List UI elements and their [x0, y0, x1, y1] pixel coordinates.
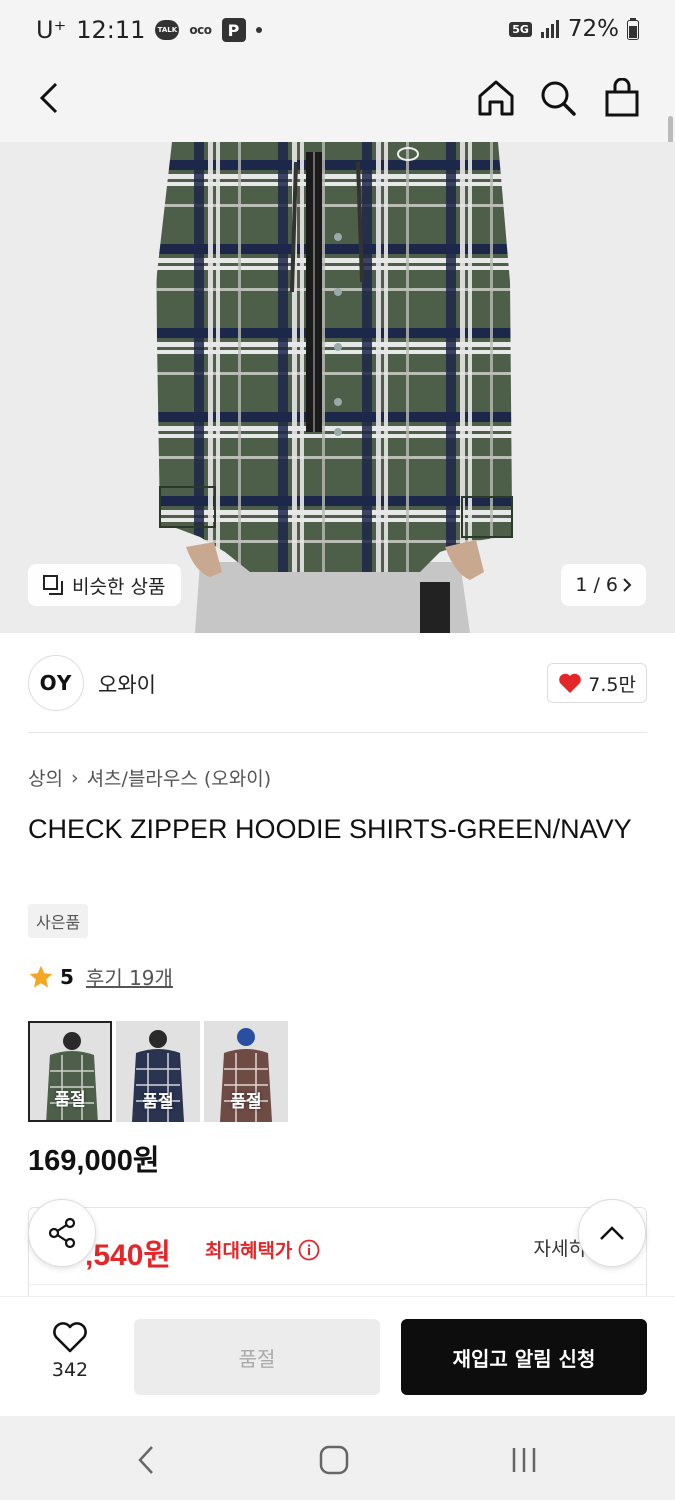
breadcrumb-separator-icon: ›: [70, 766, 79, 789]
similar-items-icon: [43, 575, 63, 595]
status-left: U⁺ 12:11 TALK oco P: [36, 16, 262, 44]
info-icon[interactable]: [298, 1239, 320, 1261]
benefit-label-text: 최대혜택가: [205, 1240, 293, 1262]
similar-products-button[interactable]: 비슷한 상품: [28, 564, 182, 606]
back-chevron-icon: [138, 1446, 153, 1474]
product-price: 169,000원: [28, 1145, 160, 1177]
benefit-label: 최대혜택가: [205, 1236, 320, 1263]
soldout-button[interactable]: 품절: [134, 1319, 380, 1395]
talk-icon: TALK: [155, 20, 180, 40]
status-bar: U⁺ 12:11 TALK oco P 5G 72%: [0, 0, 675, 62]
restock-alert-button[interactable]: 재입고 알림 신청: [401, 1319, 647, 1395]
shopping-bag-icon: [605, 78, 639, 117]
top-app-bar: [0, 62, 675, 142]
search-icon: [541, 81, 576, 116]
brand-logo[interactable]: OY: [28, 655, 84, 711]
brand-row: OY 오와이 7.5만: [28, 655, 647, 711]
rating-score: 5: [60, 964, 74, 989]
variant-thumbnail[interactable]: 품절: [116, 1021, 200, 1122]
heart-outline-icon: [53, 1322, 87, 1353]
nav-recents-button[interactable]: [504, 1440, 544, 1480]
variant-soldout-label: 품절: [54, 1090, 86, 1110]
review-link[interactable]: 후기 19개: [86, 962, 173, 991]
recents-icon: [512, 1448, 536, 1472]
cart-button[interactable]: [598, 74, 646, 122]
breadcrumb: 상의 › 셔츠/블라우스 (오와이): [28, 764, 271, 791]
image-counter[interactable]: 1 / 6: [561, 564, 646, 606]
star-icon: [29, 965, 53, 988]
share-icon: [48, 1217, 76, 1249]
image-counter-text: 1 / 6: [575, 574, 618, 596]
notification-dot-icon: [255, 27, 262, 33]
breadcrumb-category[interactable]: 상의: [28, 764, 63, 791]
wishlist-button[interactable]: 342: [36, 1321, 104, 1381]
wishlist-count: 342: [51, 1359, 89, 1381]
benefit-box[interactable]: ,540원 최대혜택가 자세히: [28, 1207, 647, 1307]
parking-icon: P: [221, 18, 246, 42]
carrier-label: U⁺: [36, 16, 67, 44]
status-right: 5G 72%: [509, 16, 639, 42]
home-button[interactable]: [472, 74, 520, 122]
chevron-right-icon: [623, 578, 632, 592]
back-button[interactable]: [26, 74, 74, 122]
product-photo: [0, 142, 675, 633]
home-icon: [478, 80, 514, 116]
nav-back-button[interactable]: [126, 1440, 166, 1480]
heart-filled-icon: [559, 673, 582, 693]
divider: [28, 732, 647, 733]
oco-icon: oco: [189, 23, 212, 37]
share-button[interactable]: [28, 1199, 96, 1267]
search-button[interactable]: [534, 74, 582, 122]
chevron-left-icon: [39, 82, 58, 114]
scroll-top-button[interactable]: [578, 1199, 646, 1267]
variant-thumbnail[interactable]: 품절: [204, 1021, 288, 1122]
divider: [29, 1284, 646, 1285]
variant-soldout-label: 품절: [230, 1092, 262, 1112]
signal-icon: [540, 20, 559, 38]
chevron-up-icon: [600, 1226, 624, 1240]
bottom-action-bar: 342 품절 재입고 알림 신청: [0, 1296, 675, 1416]
brand-like-button[interactable]: 7.5만: [547, 663, 647, 703]
breadcrumb-subcategory[interactable]: 셔츠/블라우스 (오와이): [87, 764, 272, 791]
clock: 12:11: [76, 16, 146, 44]
variant-thumbnail[interactable]: 품절: [28, 1021, 112, 1122]
similar-products-label: 비슷한 상품: [72, 575, 166, 598]
product-title: CHECK ZIPPER HOODIE SHIRTS-GREEN/NAVY: [28, 814, 632, 844]
rating-row: 5 후기 19개: [28, 962, 173, 991]
gift-badge: 사은품: [28, 904, 89, 938]
variant-soldout-label: 품절: [142, 1092, 174, 1112]
battery-percent: 72%: [567, 16, 619, 42]
color-variants: 품절 품절 품절: [28, 1021, 288, 1122]
nav-home-button[interactable]: [314, 1440, 354, 1480]
benefit-price: ,540원: [85, 1239, 171, 1272]
brand-name[interactable]: 오와이: [98, 669, 156, 699]
network-5g-icon: 5G: [509, 21, 532, 37]
system-nav-bar: [0, 1416, 675, 1500]
product-image-carousel[interactable]: 비슷한 상품 1 / 6: [0, 142, 675, 633]
brand-like-count: 7.5만: [588, 673, 636, 696]
home-square-icon: [319, 1445, 349, 1475]
battery-icon: [627, 18, 639, 40]
